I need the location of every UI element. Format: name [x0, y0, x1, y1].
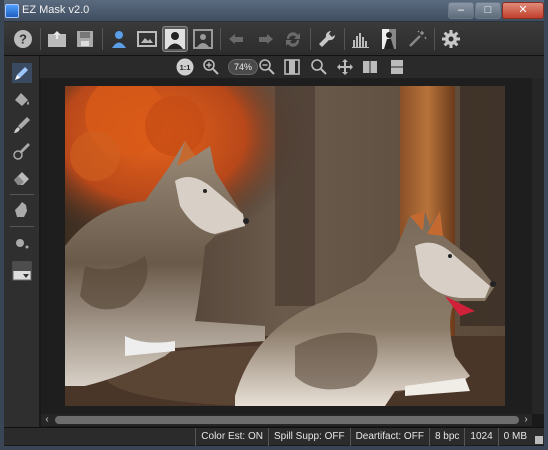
image-icon: [137, 31, 157, 47]
brush-size-icon: [16, 239, 29, 249]
zoom-tool-icon[interactable]: [310, 58, 328, 76]
refresh-icon: [286, 32, 300, 47]
wrench-icon: [319, 30, 336, 47]
magic-wand-icon: [409, 30, 427, 47]
actual-size-button[interactable]: 1:1: [176, 58, 194, 76]
maximize-button[interactable]: □: [475, 2, 501, 19]
bw-figure-icon: [382, 29, 396, 49]
redo-icon: [259, 34, 273, 44]
preferences-button[interactable]: [438, 26, 464, 52]
color-swatch-icon: [12, 261, 32, 281]
tool-eraser[interactable]: [11, 166, 33, 188]
histogram-icon: [352, 33, 369, 48]
help-button[interactable]: ?: [10, 26, 36, 52]
mask-color-swatch[interactable]: [11, 260, 33, 282]
fill-bucket-icon: [15, 93, 29, 106]
window-controls: – □ ✕: [448, 2, 544, 19]
save-button[interactable]: [72, 26, 98, 52]
refresh-button[interactable]: [280, 26, 306, 52]
pencil-blue-icon: [12, 63, 32, 83]
tool-hand[interactable]: [11, 198, 33, 220]
scroll-thumb[interactable]: [55, 416, 519, 424]
foreground-view-button[interactable]: [106, 26, 132, 52]
split-vertical-icon[interactable]: [390, 59, 404, 75]
scroll-left-arrow[interactable]: ‹: [41, 414, 53, 426]
deartifact-status[interactable]: Deartifact: OFF: [349, 428, 429, 446]
histogram-button[interactable]: [348, 26, 374, 52]
window-title: EZ Mask v2.0: [22, 4, 90, 16]
brush-size-control[interactable]: [11, 232, 33, 254]
split-horizontal-icon[interactable]: [362, 60, 378, 74]
edge-brush-icon: [13, 143, 30, 160]
eraser-icon: [14, 172, 29, 185]
redo-button[interactable]: [252, 26, 278, 52]
svg-text:?: ?: [19, 32, 27, 47]
zoom-level-field[interactable]: 74%: [228, 59, 258, 75]
silhouette-icon: [165, 29, 185, 49]
memory-status: 0 MB: [497, 428, 532, 446]
hand-pointer-icon: [15, 202, 27, 217]
spill-suppression-status[interactable]: Spill Supp: OFF: [267, 428, 350, 446]
undo-icon: [229, 34, 243, 44]
undo-button[interactable]: [224, 26, 250, 52]
image-view-button[interactable]: [134, 26, 160, 52]
close-button[interactable]: ✕: [502, 2, 544, 19]
pan-icon[interactable]: [336, 58, 354, 76]
fit-window-icon[interactable]: [284, 59, 300, 75]
tool-strip: [4, 56, 40, 428]
gear-icon: [442, 30, 460, 48]
person-blue-icon: [112, 31, 126, 48]
zoom-out-icon[interactable]: [258, 58, 276, 76]
open-icon: [48, 31, 66, 47]
tool-paint-keep[interactable]: [11, 62, 33, 84]
magic-wand-button[interactable]: [404, 26, 430, 52]
resize-grip[interactable]: [535, 436, 543, 444]
settings-wrench-button[interactable]: [314, 26, 340, 52]
silhouette-frame-button[interactable]: [190, 26, 216, 52]
view-toolbar: 1:1 74%: [4, 56, 544, 78]
wolves-photo[interactable]: [65, 86, 505, 406]
color-estimation-status[interactable]: Color Est: ON: [195, 428, 268, 446]
horizontal-scrollbar[interactable]: ‹ ›: [41, 414, 532, 426]
main-toolbar: ?: [4, 22, 544, 56]
mask-figure-button[interactable]: [376, 26, 402, 52]
tool-brush[interactable]: [11, 114, 33, 136]
open-button[interactable]: [44, 26, 70, 52]
help-icon: ?: [14, 30, 32, 48]
brush-icon: [14, 117, 30, 133]
tool-edge-brush[interactable]: [11, 140, 33, 162]
svg-text:1:1: 1:1: [180, 63, 191, 72]
save-icon: [77, 31, 93, 47]
app-icon: [5, 4, 19, 18]
image-size-status: 1024: [464, 428, 497, 446]
vertical-scrollbar[interactable]: [532, 78, 544, 414]
silhouette-frame-icon: [193, 29, 213, 49]
title-bar: EZ Mask v2.0 – □ ✕: [0, 0, 548, 22]
status-bar: Color Est: ON Spill Supp: OFF Deartifact…: [4, 427, 544, 446]
zoom-in-icon[interactable]: [202, 58, 220, 76]
tool-fill[interactable]: [11, 88, 33, 110]
silhouette-view-button[interactable]: [162, 26, 188, 52]
image-canvas[interactable]: [41, 78, 532, 414]
scroll-right-arrow[interactable]: ›: [520, 414, 532, 426]
minimize-button[interactable]: –: [448, 2, 474, 19]
photo-image: [65, 86, 505, 406]
bit-depth-status: 8 bpc: [428, 428, 464, 446]
